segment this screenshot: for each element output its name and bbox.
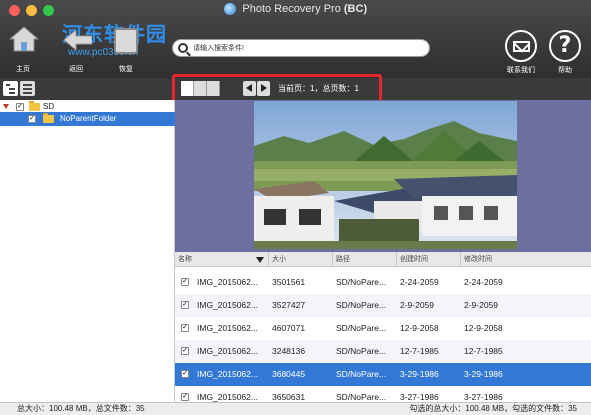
home-icon	[9, 26, 39, 52]
column-header-label: 创建时间	[400, 256, 428, 263]
restore-button[interactable]: 恢复	[106, 24, 146, 74]
row-checkbox[interactable]: ✓	[181, 301, 189, 309]
column-header-label: 路径	[336, 256, 350, 263]
cell-name: IMG_2015062...	[197, 300, 258, 310]
cell-modified: 3-27-1986	[464, 392, 503, 402]
back-label: 返回	[69, 66, 83, 73]
contact-us-label: 联系我们	[507, 67, 535, 74]
cell-size: 3248136	[272, 346, 306, 356]
back-button[interactable]: 返回	[56, 24, 96, 74]
folder-tree: ✓ SD ✓ NoParentFolder	[0, 100, 175, 402]
cell-path: SD/NoPare...	[336, 346, 387, 356]
tree-checkbox[interactable]: ✓	[28, 115, 36, 123]
cell-size: 3527427	[272, 300, 306, 310]
row-checkbox[interactable]: ✓	[181, 278, 189, 286]
search-input[interactable]	[193, 42, 423, 55]
cell-size: 3650631	[272, 392, 306, 402]
row-checkbox[interactable]: ✓	[181, 370, 189, 378]
table-row[interactable]: ✓ IMG_2015062... 3248136 SD/NoPare... 12…	[175, 340, 591, 363]
search-icon	[178, 43, 188, 53]
mail-icon	[513, 41, 530, 52]
cell-name: IMG_2015062...	[197, 392, 258, 402]
tree-item-label: NoParentFolder	[60, 114, 117, 123]
app-icon	[223, 3, 236, 15]
image-preview-pane	[175, 100, 591, 252]
tree-view-toggle[interactable]	[3, 81, 18, 96]
photo-preview	[254, 101, 517, 249]
cell-modified: 2-9-2059	[464, 300, 499, 310]
folder-icon	[43, 113, 54, 123]
help-button[interactable]: ?	[549, 30, 581, 62]
cell-created: 2-24-2059	[400, 277, 439, 287]
cell-created: 2-9-2059	[400, 300, 435, 310]
table-header: 名称 大小 路径 创建时间 修改时间	[175, 252, 591, 267]
row-checkbox[interactable]: ✓	[181, 393, 189, 401]
status-total: 总大小：100.48 MB，总文件数：35	[17, 404, 145, 413]
cell-path: SD/NoPare...	[336, 392, 387, 402]
cell-created: 12-9-2058	[400, 323, 439, 333]
column-header-size[interactable]: 大小	[269, 252, 333, 267]
folder-icon	[29, 101, 40, 111]
column-header-modified[interactable]: 修改时间	[461, 252, 591, 267]
column-header-path[interactable]: 路径	[333, 252, 397, 267]
restore-label: 恢复	[119, 66, 133, 73]
cell-name: IMG_2015062...	[197, 346, 258, 356]
list-view-toggle[interactable]	[20, 81, 35, 96]
cell-modified: 3-29-1986	[464, 369, 503, 379]
cell-size: 4607071	[272, 323, 306, 333]
restore-icon	[114, 28, 138, 54]
cell-created: 3-29-1986	[400, 369, 439, 379]
help-label: 帮助	[558, 67, 572, 74]
window-title-text: Photo Recovery Pro	[242, 3, 341, 15]
cell-path: SD/NoPare...	[336, 300, 387, 310]
column-header-name[interactable]: 名称	[175, 252, 269, 267]
table-row[interactable]: ✓ IMG_2015062... 3501561 SD/NoPare... 2-…	[175, 271, 591, 294]
cell-path: SD/NoPare...	[336, 369, 387, 379]
cell-created: 12-7-1985	[400, 346, 439, 356]
file-table: 名称 大小 路径 创建时间 修改时间 ✓ IMG_2015062... 3501…	[175, 252, 591, 402]
sort-descending-icon	[256, 257, 264, 263]
disclosure-triangle-icon[interactable]	[3, 104, 9, 109]
cell-path: SD/NoPare...	[336, 277, 387, 287]
cell-size: 3680445	[272, 369, 306, 379]
contact-us-button[interactable]	[505, 30, 537, 62]
column-header-label: 大小	[272, 256, 286, 263]
cell-modified: 12-7-1985	[464, 346, 503, 356]
cell-created: 3-27-1986	[400, 392, 439, 402]
row-checkbox[interactable]: ✓	[181, 324, 189, 332]
row-checkbox[interactable]: ✓	[181, 347, 189, 355]
column-header-created[interactable]: 创建时间	[397, 252, 461, 267]
cell-modified: 12-9-2058	[464, 323, 503, 333]
column-header-label: 修改时间	[464, 256, 492, 263]
table-row[interactable]: ✓ IMG_2015062... 3527427 SD/NoPare... 2-…	[175, 294, 591, 317]
tree-item-noparentfolder[interactable]: ✓ NoParentFolder	[0, 112, 175, 126]
cell-name: IMG_2015062...	[197, 369, 258, 379]
back-arrow-icon	[64, 30, 92, 50]
home-button[interactable]: 主页	[3, 24, 43, 74]
search-box[interactable]	[172, 39, 430, 57]
table-row[interactable]: ✓ IMG_2015062... 4607071 SD/NoPare... 12…	[175, 317, 591, 340]
table-row-selected[interactable]: ✓ IMG_2015062... 3680445 SD/NoPare... 3-…	[175, 363, 591, 386]
cell-modified: 2-24-2059	[464, 277, 503, 287]
help-icon: ?	[558, 33, 572, 58]
cell-path: SD/NoPare...	[336, 323, 387, 333]
tree-checkbox[interactable]: ✓	[16, 103, 24, 111]
status-bar: 总大小：100.48 MB，总文件数：35 勾选的总大小：100.48 MB，勾…	[0, 402, 591, 415]
tree-view-icon	[6, 84, 10, 86]
table-row[interactable]: ✓ IMG_2015062... 3650631 SD/NoPare... 3-…	[175, 386, 591, 402]
status-checked: 勾选的总大小：100.48 MB，勾选的文件数：35	[409, 404, 577, 413]
list-view-icon	[23, 84, 32, 86]
column-header-label: 名称	[178, 256, 192, 263]
main-toolbar: Photo Recovery Pro (BC) 河东软件园 www.pc0359…	[0, 0, 591, 78]
home-label: 主页	[16, 66, 30, 73]
window-title: Photo Recovery Pro (BC)	[0, 0, 591, 18]
cell-name: IMG_2015062...	[197, 277, 258, 287]
cell-size: 3501561	[272, 277, 306, 287]
window-title-suffix: (BC)	[343, 3, 368, 15]
cell-name: IMG_2015062...	[197, 323, 258, 333]
